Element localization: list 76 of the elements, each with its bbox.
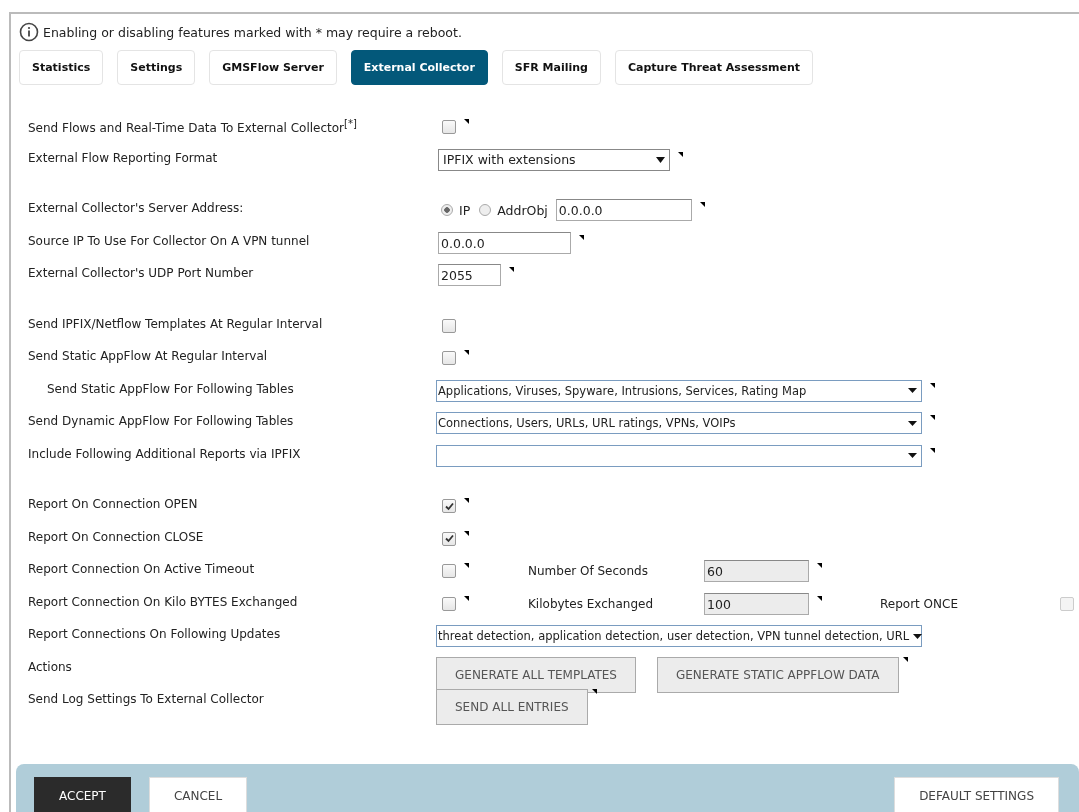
checkbox[interactable] xyxy=(442,351,456,365)
format-dropdown[interactable]: IPFIX with extensions xyxy=(438,148,670,171)
default-settings-button[interactable]: DEFAULT SETTINGS xyxy=(894,777,1059,812)
tooltip-marker-icon[interactable] xyxy=(817,563,822,568)
field-label: Include Following Additional Reports via IPFIX xyxy=(28,446,301,461)
radio-button[interactable] xyxy=(479,204,492,216)
multi-select-dropdown[interactable] xyxy=(436,444,922,467)
field-label: External Collector's UDP Port Number xyxy=(28,266,254,280)
radio-label: IP xyxy=(459,202,471,218)
checkbox[interactable] xyxy=(442,531,456,546)
field-label: Source IP To Use For Collector On A VPN tunnel xyxy=(28,233,310,248)
field-label: Report Connections On Following Updates xyxy=(28,627,281,641)
field-label: Send Static AppFlow For Following Tables xyxy=(47,381,294,396)
tooltip-marker-icon[interactable] xyxy=(579,234,584,240)
multi-select-dropdown[interactable]: threat detection, application detection, user detection, VPN tunnel detection, URL xyxy=(436,625,922,647)
tooltip-marker-icon[interactable] xyxy=(591,689,597,694)
field-label: Send Dynamic AppFlow For Following Tables xyxy=(28,414,294,428)
dropdown-arrow-icon xyxy=(656,156,665,163)
field-label: Number Of Seconds xyxy=(528,564,649,578)
field-label: Report ONCE xyxy=(880,596,959,611)
tab[interactable]: External Collector xyxy=(350,50,488,85)
field-label: External Flow Reporting Format xyxy=(28,150,218,165)
input-field[interactable]: 0.0.0.0 xyxy=(438,231,571,254)
action-button[interactable]: GENERATE ALL TEMPLATES xyxy=(436,656,636,693)
checkbox[interactable] xyxy=(442,499,456,513)
dropdown-arrow-icon xyxy=(908,420,917,426)
radio-button[interactable] xyxy=(441,204,453,216)
tab[interactable]: GMSFlow Server xyxy=(209,50,337,85)
input-field[interactable]: 0.0.0.0 xyxy=(555,199,692,221)
action-button[interactable]: SEND ALL ENTRIES xyxy=(436,689,588,725)
tooltip-marker-icon[interactable] xyxy=(817,595,822,601)
notice-text: Enabling or disabling features marked with * may require a reboot. xyxy=(43,24,462,40)
field-label: Report Connection On Kilo BYTES Exchanged xyxy=(28,594,298,609)
multi-select-dropdown[interactable]: Connections, Users, URLs, URL ratings, VPNs, VOIPs xyxy=(436,412,922,434)
tooltip-marker-icon[interactable] xyxy=(699,202,705,207)
field-label: External Collector's Server Address: xyxy=(28,201,244,215)
accept-button[interactable]: ACCEPT xyxy=(34,777,131,812)
cancel-button[interactable]: CANCEL xyxy=(148,777,248,812)
reboot-note: [*] xyxy=(344,118,357,129)
tab[interactable]: SFR Mailing xyxy=(501,50,601,85)
field-label: Send Static AppFlow At Regular Interval xyxy=(28,349,268,363)
tooltip-marker-icon[interactable] xyxy=(464,119,469,124)
tooltip-marker-icon[interactable] xyxy=(464,530,469,536)
field-label: Report On Connection CLOSE xyxy=(28,529,204,544)
checkbox[interactable] xyxy=(442,318,456,333)
action-button[interactable]: GENERATE STATIC APPFLOW DATA xyxy=(656,656,899,693)
checkbox[interactable] xyxy=(442,596,456,611)
tooltip-marker-icon[interactable] xyxy=(678,151,683,157)
tooltip-marker-icon[interactable] xyxy=(902,656,908,662)
checkbox[interactable] xyxy=(442,564,456,578)
checkbox[interactable] xyxy=(442,120,456,134)
field-label: Send Flows and Real-Time Data To External Collector xyxy=(28,121,345,135)
info-icon xyxy=(19,22,39,42)
multi-select-dropdown[interactable]: Applications, Viruses, Spyware, Intrusions, Services, Rating Map xyxy=(436,379,922,402)
tab[interactable]: Capture Threat Assessment xyxy=(614,50,814,85)
tooltip-marker-icon[interactable] xyxy=(464,498,469,503)
tooltip-marker-icon[interactable] xyxy=(464,563,469,568)
field-label: Report Connection On Active Timeout xyxy=(28,562,255,576)
field-label: Report On Connection OPEN xyxy=(28,497,198,511)
tooltip-marker-icon[interactable] xyxy=(464,595,469,601)
dropdown-arrow-icon xyxy=(908,453,917,458)
input-field[interactable]: 2055 xyxy=(438,264,501,286)
tab[interactable]: Statistics xyxy=(19,50,104,85)
tooltip-marker-icon[interactable] xyxy=(930,415,935,420)
dropdown-arrow-icon xyxy=(908,388,917,393)
field-label: Kilobytes Exchanged xyxy=(528,596,654,611)
tooltip-marker-icon[interactable] xyxy=(509,267,514,272)
radio-label: AddrObj xyxy=(497,202,548,218)
tooltip-marker-icon[interactable] xyxy=(930,382,935,388)
field-label: Send IPFIX/Netflow Templates At Regular Interval xyxy=(28,316,323,331)
tab[interactable]: Settings xyxy=(117,50,196,85)
field-label: Send Log Settings To External Collector xyxy=(28,692,264,706)
dropdown-arrow-icon xyxy=(913,633,923,639)
tooltip-marker-icon[interactable] xyxy=(930,447,935,453)
tooltip-marker-icon[interactable] xyxy=(464,350,469,355)
field-label: Actions xyxy=(28,659,72,674)
